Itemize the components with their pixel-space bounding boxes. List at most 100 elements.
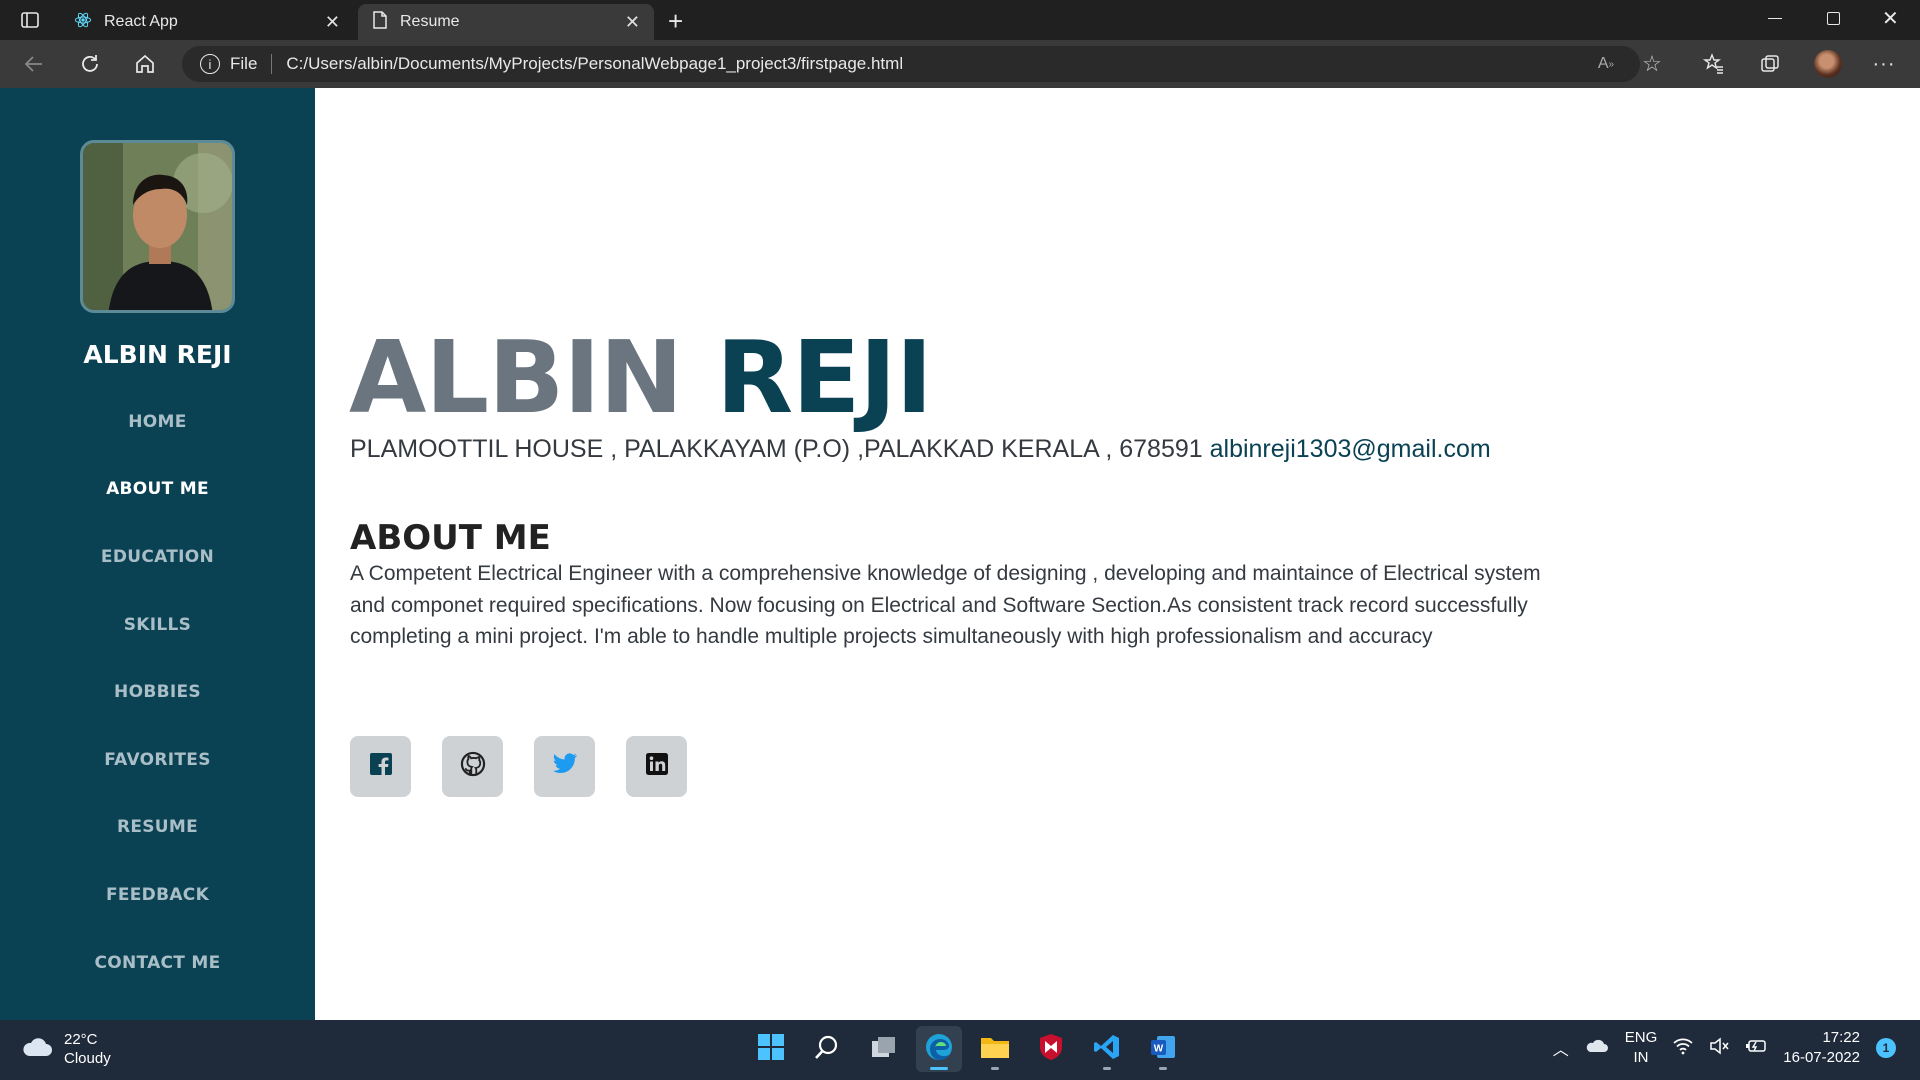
edge-app[interactable] (916, 1026, 962, 1072)
tab-title: React App (104, 13, 178, 30)
sidebar: ALBIN REJI HOME ABOUT ME EDUCATION SKILL… (0, 88, 315, 1020)
close-tab-icon[interactable]: ✕ (625, 12, 640, 33)
search-icon (813, 1033, 841, 1066)
sidebar-name: ALBIN REJI (83, 340, 232, 369)
hero-name: ALBIN REJI (349, 328, 933, 428)
linkedin-icon (645, 752, 669, 781)
nav-item-feedback[interactable]: FEEDBACK (0, 861, 315, 929)
social-links (350, 736, 687, 797)
facebook-icon (369, 752, 393, 781)
url-text: C:/Users/albin/Documents/MyProjects/Pers… (286, 54, 904, 73)
twitter-button[interactable] (534, 736, 595, 797)
windows-logo-icon (757, 1033, 785, 1066)
shield-icon (1038, 1033, 1064, 1066)
tab-actions-icon[interactable] (20, 10, 40, 30)
profile-photo (80, 140, 235, 313)
taskbar: 22°C Cloudy W ︿ ENG IN 17:22 16-07-2022 … (0, 1020, 1920, 1080)
start-button[interactable] (748, 1026, 794, 1072)
close-tab-icon[interactable]: ✕ (325, 12, 340, 33)
more-options-icon[interactable]: ··· (1870, 50, 1898, 78)
language-code: ENG (1624, 1029, 1658, 1046)
github-button[interactable] (442, 736, 503, 797)
chevron-up-icon[interactable]: ︿ (1553, 1036, 1569, 1060)
clock-time: 17:22 (1822, 1029, 1860, 1046)
wifi-icon[interactable] (1673, 1037, 1693, 1059)
address-line: PLAMOOTTIL HOUSE , PALAKKAYAM (P.O) ,PAL… (350, 435, 1491, 464)
github-icon (460, 751, 486, 782)
word-icon: W (1149, 1033, 1177, 1066)
cloud-icon (20, 1035, 54, 1064)
task-view-button[interactable] (860, 1026, 906, 1072)
nav-item-about-me[interactable]: ABOUT ME (0, 456, 315, 524)
add-favorite-icon[interactable]: ☆ (1638, 50, 1666, 78)
browser-tab-bar: React App ✕ Resume ✕ + ✕ (0, 0, 1920, 40)
taskbar-apps: W (748, 1026, 1186, 1072)
vscode-icon (1093, 1033, 1121, 1066)
about-heading: ABOUT ME (350, 518, 551, 558)
address-bar[interactable]: i File C:/Users/albin/Documents/MyProjec… (182, 46, 1640, 82)
vscode-app[interactable] (1084, 1026, 1130, 1072)
sidebar-nav: HOME ABOUT ME EDUCATION SKILLS HOBBIES F… (0, 388, 315, 996)
collections-icon[interactable] (1756, 50, 1784, 78)
nav-item-favorites[interactable]: FAVORITES (0, 726, 315, 794)
running-indicator (1159, 1067, 1167, 1070)
info-icon[interactable]: i (200, 54, 220, 74)
tab-react-app[interactable]: React App ✕ (62, 4, 354, 40)
running-indicator (1103, 1067, 1111, 1070)
refresh-icon[interactable] (76, 50, 104, 78)
weather-temperature: 22°C (64, 1031, 98, 1048)
folder-icon (980, 1034, 1010, 1065)
task-view-icon (869, 1033, 897, 1066)
browser-toolbar: i File C:/Users/albin/Documents/MyProjec… (0, 40, 1920, 88)
system-tray: ︿ ENG IN 17:22 16-07-2022 1 (1553, 1028, 1896, 1068)
tab-resume[interactable]: Resume ✕ (358, 4, 654, 40)
back-icon[interactable] (20, 50, 48, 78)
weather-condition: Cloudy (64, 1050, 111, 1067)
facebook-button[interactable] (350, 736, 411, 797)
divider (271, 54, 273, 74)
restore-icon[interactable] (1827, 12, 1840, 25)
address-text: PLAMOOTTIL HOUSE , PALAKKAYAM (P.O) ,PAL… (350, 435, 1203, 463)
react-logo-icon (74, 11, 92, 34)
search-button[interactable] (804, 1026, 850, 1072)
nav-item-hobbies[interactable]: HOBBIES (0, 658, 315, 726)
about-paragraph: A Competent Electrical Engineer with a c… (350, 562, 1541, 648)
onedrive-icon[interactable] (1585, 1037, 1609, 1059)
active-indicator (930, 1067, 948, 1070)
linkedin-button[interactable] (626, 736, 687, 797)
read-aloud-icon[interactable]: A» (1592, 50, 1620, 78)
nav-item-home[interactable]: HOME (0, 388, 315, 456)
battery-icon[interactable] (1745, 1038, 1767, 1058)
weather-widget[interactable]: 22°C Cloudy (20, 1030, 111, 1068)
twitter-icon (552, 753, 578, 780)
tab-title: Resume (400, 13, 460, 30)
email-link[interactable]: albinreji1303@gmail.com (1210, 435, 1491, 463)
volume-muted-icon[interactable] (1709, 1037, 1729, 1059)
region-code: IN (1633, 1049, 1649, 1066)
svg-text:W: W (1154, 1043, 1164, 1054)
hero-first-name: ALBIN (349, 319, 683, 436)
running-indicator (991, 1067, 999, 1070)
nav-item-education[interactable]: EDUCATION (0, 523, 315, 591)
home-icon[interactable] (131, 50, 159, 78)
close-window-icon[interactable]: ✕ (1882, 6, 1899, 31)
notification-badge[interactable]: 1 (1876, 1038, 1896, 1058)
main-content: ALBIN REJI PLAMOOTTIL HOUSE , PALAKKAYAM… (315, 88, 1920, 1020)
clock[interactable]: 17:22 16-07-2022 (1783, 1028, 1860, 1068)
edge-icon (924, 1032, 954, 1067)
nav-item-resume[interactable]: RESUME (0, 794, 315, 862)
mcafee-app[interactable] (1028, 1026, 1074, 1072)
word-app[interactable]: W (1140, 1026, 1186, 1072)
nav-item-skills[interactable]: SKILLS (0, 591, 315, 659)
minimize-icon[interactable] (1768, 18, 1782, 19)
favorites-icon[interactable] (1700, 50, 1728, 78)
file-explorer-app[interactable] (972, 1026, 1018, 1072)
page-icon (372, 10, 388, 34)
new-tab-icon[interactable]: + (668, 6, 683, 37)
hero-last-name: REJI (716, 319, 933, 436)
address-scheme: File (230, 54, 258, 73)
profile-avatar[interactable] (1814, 50, 1842, 78)
language-indicator[interactable]: ENG IN (1625, 1028, 1658, 1068)
nav-item-contact-me[interactable]: CONTACT ME (0, 929, 315, 997)
clock-date: 16-07-2022 (1783, 1049, 1860, 1066)
